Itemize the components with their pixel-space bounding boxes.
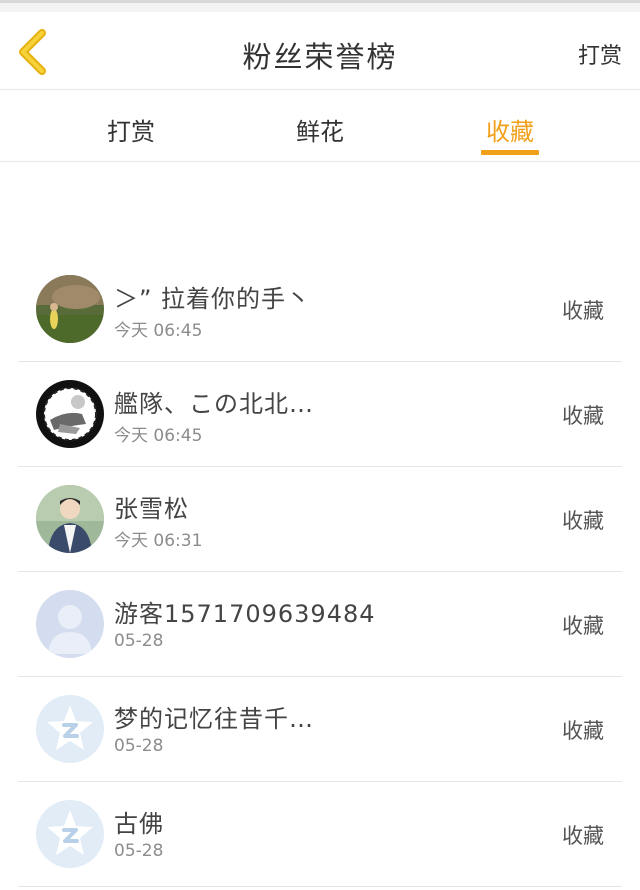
page-title: 粉丝荣誉榜 (242, 40, 398, 74)
fan-name: 张雪松 (114, 495, 189, 523)
tab-flowers[interactable]: 鲜花 (260, 90, 380, 162)
tab-label: 鲜花 (296, 118, 344, 146)
favorite-label: 收藏 (562, 614, 604, 638)
nav-header: 粉丝荣誉榜 打赏 (0, 12, 640, 90)
fan-name: 古佛 (114, 810, 164, 838)
tab-favorites[interactable]: 收藏 (450, 90, 570, 162)
fan-name: 游客1571709639484 (114, 600, 376, 628)
avatar (36, 485, 104, 553)
favorite-label: 收藏 (562, 824, 604, 848)
avatar (36, 275, 104, 343)
active-tab-indicator (481, 150, 539, 155)
avatar (36, 380, 104, 448)
reward-button[interactable]: 打赏 (578, 38, 622, 70)
list-item[interactable]: 梦的记忆往昔千… 05-28 收藏 (18, 677, 622, 782)
list-item[interactable]: 游客1571709639484 05-28 收藏 (18, 572, 622, 677)
favorite-label: 收藏 (562, 299, 604, 323)
fan-name: 梦的记忆往昔千… (114, 705, 314, 733)
timestamp: 今天 06:31 (114, 531, 203, 551)
tab-label: 打赏 (107, 118, 155, 146)
timestamp: 今天 06:45 (114, 321, 203, 341)
favorite-label: 收藏 (562, 509, 604, 533)
fan-list: ＞” 拉着你的手丶 今天 06:45 收藏 艦隊、この北北… 今天 06:45 … (18, 257, 622, 887)
qq-star-icon (36, 800, 104, 868)
timestamp: 今天 06:45 (114, 426, 203, 446)
favorite-label: 收藏 (562, 719, 604, 743)
tab-label: 收藏 (486, 118, 534, 146)
status-bar (0, 0, 640, 12)
timestamp: 05-28 (114, 841, 164, 861)
timestamp: 05-28 (114, 736, 164, 756)
favorite-label: 收藏 (562, 404, 604, 428)
timestamp: 05-28 (114, 631, 164, 651)
list-item[interactable]: 张雪松 今天 06:31 收藏 (18, 467, 622, 572)
fan-name: 艦隊、この北北… (114, 390, 314, 418)
list-item[interactable]: ＞” 拉着你的手丶 今天 06:45 收藏 (18, 257, 622, 362)
qq-star-icon (36, 695, 104, 763)
tab-reward[interactable]: 打赏 (71, 90, 191, 162)
fan-name: ＞” 拉着你的手丶 (114, 285, 312, 313)
default-user-icon (36, 590, 104, 658)
list-item[interactable]: 艦隊、この北北… 今天 06:45 收藏 (18, 362, 622, 467)
list-item[interactable]: 古佛 05-28 收藏 (18, 782, 622, 887)
tab-bar: 打赏 鲜花 收藏 (0, 90, 640, 162)
